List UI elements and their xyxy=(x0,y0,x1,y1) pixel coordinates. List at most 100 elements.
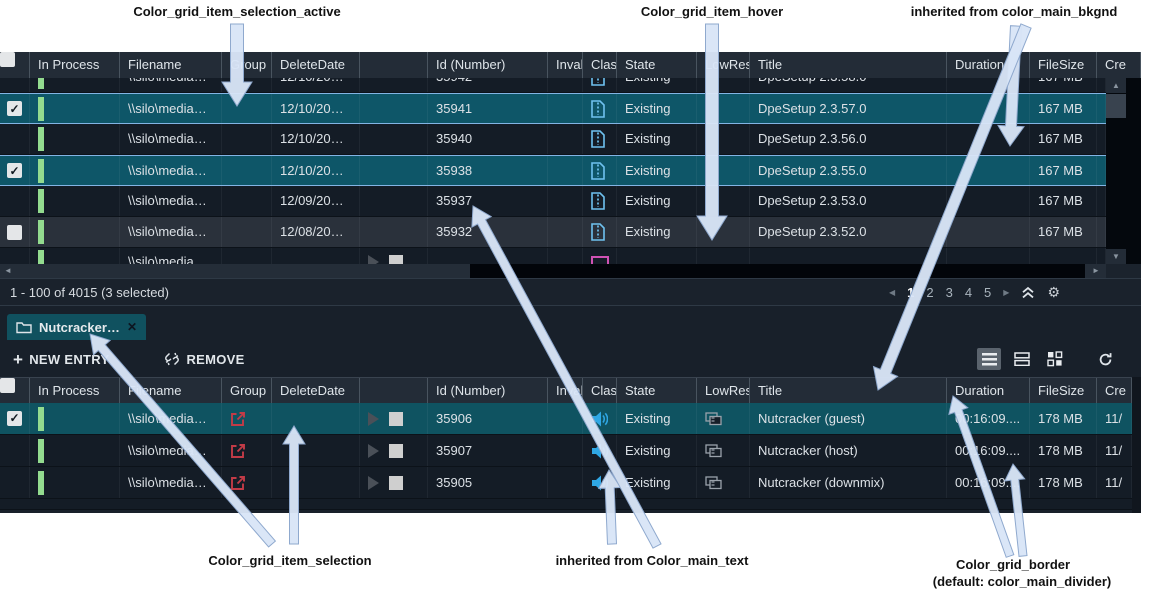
play-icon[interactable] xyxy=(368,412,379,426)
column-header-actions[interactable] xyxy=(360,52,428,78)
page-3[interactable]: 3 xyxy=(946,285,953,300)
zip-file-icon xyxy=(591,130,605,148)
tab-nutcracker[interactable]: Nutcracker… ✕ xyxy=(7,314,146,340)
in-process-indicator xyxy=(38,97,44,121)
column-header-deletedate[interactable]: DeleteDate xyxy=(272,52,360,78)
table-row-hover[interactable]: \\silo\media… 12/08/20… 35932 Existing D… xyxy=(0,217,1106,248)
table-row[interactable]: \\silo\media… 12/09/20… 35937 Existing D… xyxy=(0,186,1106,217)
column-header-deletedate[interactable]: DeleteDate xyxy=(272,378,360,404)
toolbar: + NEW ENTRY REMOVE xyxy=(0,341,1141,377)
row-checkbox[interactable]: ✓ xyxy=(7,163,22,178)
column-header-title[interactable]: Title xyxy=(750,52,947,78)
collapse-icon[interactable] xyxy=(1021,285,1035,299)
new-entry-button[interactable]: + NEW ENTRY xyxy=(13,351,109,368)
prev-page-icon[interactable]: ◀ xyxy=(889,288,895,297)
row-checkbox[interactable]: ✓ xyxy=(7,411,22,426)
column-header-created[interactable]: Cre xyxy=(1097,52,1141,78)
label-border-2: (default: color_main_divider) xyxy=(933,574,1111,589)
remove-button[interactable]: REMOVE xyxy=(164,351,244,367)
play-icon[interactable] xyxy=(368,444,379,458)
table-row[interactable]: \\silo\media… 12/10/20… 35940 Existing D… xyxy=(0,124,1106,155)
table-row[interactable]: \\silo\media… 35907 Existing Nutcracker … xyxy=(0,435,1132,467)
scrollbar-thumb[interactable] xyxy=(470,264,1085,278)
external-link-icon[interactable] xyxy=(230,443,246,459)
refresh-button[interactable] xyxy=(1098,352,1113,367)
scroll-up-icon[interactable]: ▲ xyxy=(1106,78,1126,93)
pagination: ◀ 1 2 3 4 5 ▶ ⚙ xyxy=(889,284,1060,301)
table-row-selected-active[interactable]: ✓ \\silo\media… 12/10/20… 35941 Existing… xyxy=(0,93,1106,124)
column-header-duration[interactable]: Duration xyxy=(947,52,1030,78)
top-grid-header: In Process Filename Group DeleteDate Id … xyxy=(0,52,1141,78)
table-row[interactable]: \\silo\media… 35905 Existing Nutcracker … xyxy=(0,467,1132,499)
zip-file-icon xyxy=(591,192,605,210)
column-header-id[interactable]: Id (Number) xyxy=(428,378,548,404)
column-header-lowres[interactable]: LowRes xyxy=(697,378,750,404)
column-header-class[interactable]: Class xyxy=(583,378,617,404)
scroll-down-icon[interactable]: ▼ xyxy=(1106,249,1126,264)
table-row-selected[interactable]: ✓ \\silo\media… 35906 Existing Nutcracke… xyxy=(0,403,1132,435)
next-page-icon[interactable]: ▶ xyxy=(1003,288,1009,297)
grid-view-icon xyxy=(1047,351,1063,367)
status-bar: 1 - 100 of 4015 (3 selected) ◀ 1 2 3 4 5… xyxy=(0,278,1141,306)
column-header-group[interactable]: Group xyxy=(222,52,272,78)
list-view-button[interactable] xyxy=(977,348,1001,370)
zip-file-icon xyxy=(591,162,605,180)
row-checkbox[interactable]: ✓ xyxy=(7,101,22,116)
horizontal-scrollbar[interactable]: ◄ ► xyxy=(0,264,1106,278)
column-header-in-process[interactable]: In Process xyxy=(30,378,120,404)
in-process-indicator xyxy=(38,127,44,151)
column-header-created[interactable]: Cre xyxy=(1097,378,1132,404)
in-process-indicator xyxy=(38,78,44,89)
audio-class-icon xyxy=(591,443,608,459)
column-header-filename[interactable]: Filename xyxy=(120,52,222,78)
column-header-class[interactable]: Class xyxy=(583,52,617,78)
thumbnail-placeholder xyxy=(389,255,403,264)
column-header-state[interactable]: State xyxy=(617,378,697,404)
column-header-inval[interactable]: Inval xyxy=(548,378,583,404)
column-header-title[interactable]: Title xyxy=(750,378,947,404)
plus-icon: + xyxy=(13,351,23,368)
page-4[interactable]: 4 xyxy=(965,285,972,300)
column-header-actions[interactable] xyxy=(360,378,428,404)
play-icon[interactable] xyxy=(368,255,379,264)
in-process-indicator xyxy=(38,159,44,183)
page-2[interactable]: 2 xyxy=(926,285,933,300)
audio-class-icon xyxy=(591,411,608,427)
select-all-checkbox[interactable] xyxy=(0,378,30,404)
grid-view-button[interactable] xyxy=(1043,348,1067,370)
column-header-filesize[interactable]: FileSize xyxy=(1030,52,1097,78)
table-row-partial[interactable]: \\silo\media… xyxy=(0,248,1106,264)
external-link-icon[interactable] xyxy=(230,475,246,491)
thumbnail-placeholder xyxy=(389,444,403,458)
external-link-icon[interactable] xyxy=(230,411,246,427)
scroll-left-icon[interactable]: ◄ xyxy=(0,264,16,278)
row-checkbox[interactable] xyxy=(7,225,22,240)
play-icon[interactable] xyxy=(368,476,379,490)
column-header-lowres[interactable]: LowRes xyxy=(697,52,750,78)
column-header-state[interactable]: State xyxy=(617,52,697,78)
column-header-in-process[interactable]: In Process xyxy=(30,52,120,78)
column-header-filename[interactable]: Filename xyxy=(120,378,222,404)
column-header-group[interactable]: Group xyxy=(222,378,272,404)
table-row-selected-active[interactable]: ✓ \\silo\media… 12/10/20… 35938 Existing… xyxy=(0,155,1106,186)
gear-icon[interactable]: ⚙ xyxy=(1047,284,1060,301)
column-header-filesize[interactable]: FileSize xyxy=(1030,378,1097,404)
lowres-proxy-icon xyxy=(705,476,722,490)
label-bkgnd: inherited from color_main_bkgnd xyxy=(911,4,1118,19)
table-row-partial[interactable]: \\silo\media… 12/10/20… 35942 Existing D… xyxy=(0,78,1106,93)
scroll-right-icon[interactable]: ► xyxy=(1088,264,1104,278)
column-header-duration[interactable]: Duration xyxy=(947,378,1030,404)
scrollbar-thumb[interactable] xyxy=(1106,94,1126,118)
label-selection: Color_grid_item_selection xyxy=(208,553,371,568)
close-icon[interactable]: ✕ xyxy=(127,320,137,334)
column-header-id[interactable]: Id (Number) xyxy=(428,52,548,78)
tab-label: Nutcracker… xyxy=(39,320,120,335)
vertical-scrollbar[interactable]: ▲ ▼ xyxy=(1106,78,1126,264)
in-process-indicator xyxy=(38,220,44,244)
bottom-grid-header: In Process Filename Group DeleteDate Id … xyxy=(0,377,1132,404)
page-1[interactable]: 1 xyxy=(907,285,914,300)
page-5[interactable]: 5 xyxy=(984,285,991,300)
column-header-inval[interactable]: Inval xyxy=(548,52,583,78)
rows-view-button[interactable] xyxy=(1010,348,1034,370)
select-all-checkbox[interactable] xyxy=(0,52,30,78)
